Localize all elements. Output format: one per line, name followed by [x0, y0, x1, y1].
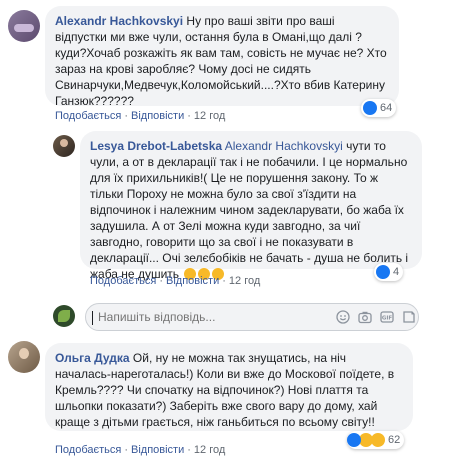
reaction-count: 64: [380, 102, 393, 114]
avatar[interactable]: [53, 135, 75, 157]
comment-author[interactable]: Ольга Дудка: [55, 351, 130, 365]
reaction-count: 4: [393, 266, 400, 278]
reply-input[interactable]: [96, 309, 250, 325]
comment-time[interactable]: 12 год: [194, 110, 225, 122]
comment-bubble: Lesya Drebot-Labetska Alexandr Hachkovsk…: [80, 131, 422, 281]
reply-box[interactable]: GIF: [85, 303, 419, 331]
comment-author[interactable]: Alexandr Hachkovskyi: [55, 14, 183, 28]
haha-reaction-icon: [359, 433, 373, 447]
avatar[interactable]: [8, 10, 40, 42]
avatar-face-icon: [60, 139, 68, 147]
text-cursor-icon: [92, 311, 93, 325]
reaction-summary[interactable]: 62: [347, 431, 405, 449]
like-reaction-icon: [376, 265, 390, 279]
avatar-leaf-icon: [58, 310, 70, 322]
like-link[interactable]: Подобається: [55, 110, 121, 122]
comment-author[interactable]: Lesya Drebot-Labetska: [90, 139, 222, 153]
comment-actions: Подобається · Відповісти · 12 год: [55, 444, 226, 456]
like-link[interactable]: Подобається: [90, 275, 156, 287]
reply-link[interactable]: Відповісти: [166, 275, 219, 287]
sticker-icon[interactable]: [402, 310, 416, 324]
reaction-summary[interactable]: 4: [374, 263, 404, 281]
comment-bubble: Ольга Дудка Ой, ну не можна так знущатис…: [45, 343, 413, 431]
reaction-count: 62: [388, 434, 401, 446]
current-user-avatar[interactable]: [53, 305, 75, 327]
camera-icon[interactable]: [358, 310, 372, 324]
gif-icon[interactable]: GIF: [380, 310, 394, 324]
comment-bubble: Alexandr Hachkovskyi Ну про ваші звіти п…: [45, 6, 399, 108]
like-link[interactable]: Подобається: [55, 444, 121, 456]
comment-text: Ну про ваші звіти про ваші відпустки ми …: [55, 14, 387, 108]
mention-link[interactable]: Alexandr Hachkovskyi: [225, 139, 343, 153]
reply-link[interactable]: Відповісти: [131, 110, 184, 122]
reaction-summary[interactable]: 64: [361, 99, 397, 117]
like-reaction-icon: [347, 433, 361, 447]
comment-actions: Подобається · Відповісти · 12 год: [55, 110, 226, 122]
svg-text:GIF: GIF: [382, 316, 393, 322]
avatar-image-icon: [14, 24, 34, 32]
comment-text: чути то чули, а от в декларації так і не…: [90, 139, 409, 281]
comment-time[interactable]: 12 год: [194, 444, 225, 456]
comment-actions: Подобається · Відповісти · 12 год: [90, 275, 261, 287]
wow-reaction-icon: [371, 433, 385, 447]
emoji-icon[interactable]: [336, 310, 350, 324]
avatar[interactable]: [8, 341, 40, 373]
reply-link[interactable]: Відповісти: [131, 444, 184, 456]
avatar-face-icon: [19, 348, 29, 359]
comment-time[interactable]: 12 год: [229, 275, 260, 287]
like-reaction-icon: [363, 101, 377, 115]
